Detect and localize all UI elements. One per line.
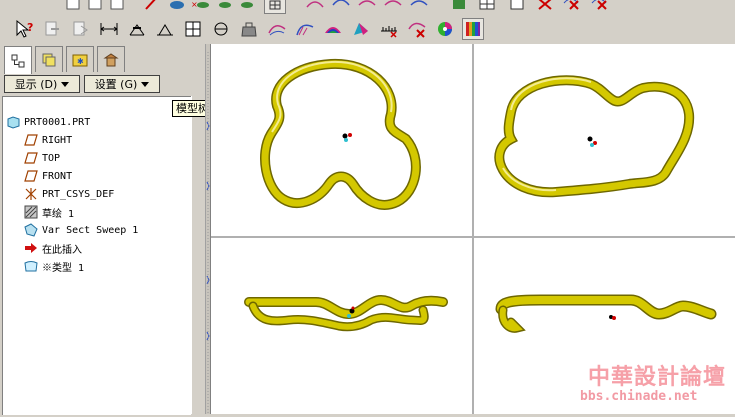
color-wheel-icon[interactable] [434,18,456,40]
pattern-icon[interactable] [264,0,286,14]
weight-icon[interactable] [238,18,260,40]
sweep-icon [23,222,39,238]
dimension-icon[interactable] [98,18,120,40]
help-icon[interactable]: ? [14,18,36,40]
tree-scrollbar[interactable] [191,96,204,414]
insert-arrow-icon [23,240,39,256]
copy-icon[interactable] [42,18,64,40]
new-window-icon[interactable] [106,0,128,14]
color-icon[interactable] [408,0,430,14]
color-bars-icon[interactable] [462,18,484,40]
datum-plane-icon [23,168,39,184]
datum-plane-icon [23,132,39,148]
datum-plane-icon [23,150,39,166]
layer-icon[interactable] [506,0,528,14]
sketch-icon [23,204,39,220]
tree-item-label: ※类型 1 [42,262,85,274]
surface-analysis-icon[interactable] [322,18,344,40]
curve-analysis-icon[interactable] [266,18,288,40]
settings-menu-button[interactable]: 设置 (G) [84,75,160,93]
eye-icon[interactable] [166,0,188,14]
show-menu-button[interactable]: 显示 (D) [4,75,80,93]
layers-icon [42,53,56,66]
tree-item[interactable]: 在此插入 [23,239,82,257]
tree-item[interactable]: PRT_CSYS_DEF [23,185,114,203]
tree-item[interactable]: ※类型 1 [23,257,84,275]
tree-item-label: 在此插入 [42,244,82,256]
table-icon[interactable] [356,0,378,14]
graph-icon[interactable] [382,0,404,14]
datum-icon[interactable] [126,18,148,40]
measure-icon[interactable] [154,18,176,40]
tree-item[interactable]: FRONT [23,167,72,185]
table2-icon[interactable] [476,0,498,14]
section-icon[interactable] [182,18,204,40]
delete-analysis-icon[interactable] [406,18,428,40]
settings-menu-label: 设置 (G) [94,78,138,91]
undo-icon[interactable] [62,0,84,14]
type-icon [23,258,39,274]
watermark-title: 中華設計論壇 [588,364,727,390]
tree-item-label: PRT_CSYS_DEF [42,188,115,200]
svg-text:×: × [191,0,198,9]
model-front-view [244,294,448,332]
redo-icon[interactable] [84,0,106,14]
csys-icon [23,186,39,202]
svg-text:?: ? [27,21,33,34]
splitter-grip [206,52,210,414]
model-tree-icon [11,54,25,67]
ruler-icon[interactable] [378,18,400,40]
curve2-icon[interactable] [330,0,352,14]
folder-star-icon: ✱ [72,54,88,66]
paste-icon[interactable] [70,18,92,40]
top-toolbar-row: × [0,0,735,14]
sketch-view-icon[interactable] [142,0,164,14]
show-icon[interactable] [214,0,236,14]
shading-icon[interactable] [448,0,470,14]
connections-tab[interactable] [97,46,125,72]
tools-icon [103,52,119,66]
watermark-url: bbs.chinade.net [580,389,698,404]
csys-origin-icon [342,133,348,139]
tree-item-label: TOP [42,152,61,164]
shade-icon[interactable] [236,0,258,14]
chevron-down-icon [61,81,70,87]
show-menu-label: 显示 (D) [14,78,58,91]
tree-item[interactable]: Var Sect Sweep 1 [23,221,138,239]
tree-item[interactable]: 草绘 1 [23,203,74,221]
model-tree-tab[interactable] [4,46,32,74]
layers-tab[interactable] [35,46,63,72]
chevron-down-icon [141,81,150,87]
tree-item-label: 草绘 1 [42,208,75,220]
model-tree: PRT0001.PRT RIGHT TOP FRONT PRT_CSYS_DEF… [2,96,191,415]
tree-root-label: PRT0001.PRT [24,116,91,128]
delete2-icon[interactable] [560,0,582,14]
delete-icon[interactable] [534,0,556,14]
tree-item-label: RIGHT [42,134,73,146]
svg-text:✱: ✱ [77,57,84,66]
shade-analysis-icon[interactable] [350,18,372,40]
main-toolbar: ? [0,14,735,45]
curvature-icon[interactable] [294,18,316,40]
hide-icon[interactable]: × [190,0,212,14]
tree-item[interactable]: TOP [23,149,60,167]
tree-root[interactable]: PRT0001.PRT [5,113,90,131]
tree-item-label: Var Sect Sweep 1 [42,224,139,236]
delete3-icon[interactable] [588,0,610,14]
model-iso-view [494,75,695,198]
favorites-tab[interactable]: ✱ [66,46,94,72]
model-top-view [260,58,421,210]
angle-icon[interactable] [210,18,232,40]
tree-item-label: FRONT [42,170,73,182]
model-side-view [495,294,717,333]
part-icon [5,114,21,130]
curve-icon[interactable] [304,0,326,14]
tree-item[interactable]: RIGHT [23,131,72,149]
